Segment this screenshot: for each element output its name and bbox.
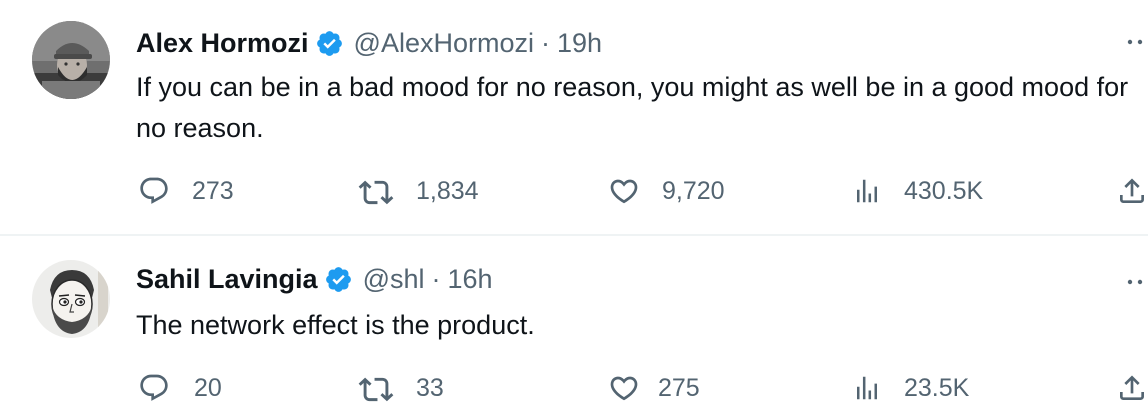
display-name[interactable]: Alex Hormozi <box>136 28 309 59</box>
timestamp[interactable]: 16h <box>448 264 493 295</box>
like-button[interactable]: 9,720 <box>608 171 725 211</box>
retweet-button[interactable]: 1,834 <box>358 171 479 211</box>
retweet-count: 1,834 <box>416 176 479 205</box>
views-button[interactable]: 430.5K <box>852 171 983 211</box>
tweet-header: Alex Hormozi @AlexHormozi · 19h <box>136 26 602 60</box>
tweet-alex-hormozi[interactable]: Alex Hormozi @AlexHormozi · 19h If you c… <box>0 0 1148 234</box>
reply-button[interactable]: 20 <box>138 368 222 408</box>
like-count: 9,720 <box>662 176 725 205</box>
more-dots-icon[interactable] <box>1124 270 1148 294</box>
user-handle[interactable]: @shl <box>363 264 425 295</box>
tweet-header: Sahil Lavingia @shl · 16h <box>136 262 493 296</box>
retweet-arrows-icon <box>358 372 394 404</box>
retweet-arrows-icon <box>358 175 394 207</box>
share-button[interactable] <box>1116 171 1148 211</box>
user-handle[interactable]: @AlexHormozi <box>354 28 534 59</box>
tweet-actions: 273 1,834 9,720 430.5K <box>0 171 1148 211</box>
display-name[interactable]: Sahil Lavingia <box>136 264 318 295</box>
tweet-sahil-lavingia[interactable]: Sahil Lavingia @shl · 16h The network ef… <box>0 236 1148 418</box>
reply-button[interactable]: 273 <box>138 171 234 211</box>
share-upload-icon <box>1116 175 1148 207</box>
separator-dot: · <box>431 263 441 294</box>
share-upload-icon <box>1116 372 1148 404</box>
heart-icon <box>608 175 640 207</box>
verified-badge-icon <box>315 29 344 58</box>
reply-bubble-icon <box>138 372 170 404</box>
reply-count: 273 <box>192 176 234 205</box>
tweet-actions: 20 33 275 23.5K <box>0 368 1148 408</box>
heart-icon <box>608 372 640 404</box>
like-count: 275 <box>658 373 700 402</box>
separator-dot: · <box>541 27 550 58</box>
views-count: 23.5K <box>904 373 970 402</box>
share-button[interactable] <box>1116 368 1148 408</box>
tweet-text: The network effect is the product. <box>136 310 535 340</box>
views-bars-icon <box>852 372 882 404</box>
avatar[interactable] <box>32 260 110 338</box>
retweet-button[interactable]: 33 <box>358 368 444 408</box>
views-bars-icon <box>852 175 882 207</box>
more-dots-icon[interactable] <box>1124 30 1148 54</box>
tweet-text: If you can be in a bad mood for no reaso… <box>136 72 1129 143</box>
sketched-face-avatar-image <box>32 260 110 338</box>
avatar[interactable] <box>32 21 110 99</box>
verified-badge-icon <box>324 265 353 294</box>
retweet-count: 33 <box>416 373 444 402</box>
bearded-man-avatar-image <box>32 21 110 99</box>
reply-bubble-icon <box>138 175 170 207</box>
reply-count: 20 <box>194 373 222 402</box>
views-count: 430.5K <box>904 176 984 205</box>
timestamp[interactable]: 19h <box>557 28 602 59</box>
views-button[interactable]: 23.5K <box>852 368 969 408</box>
like-button[interactable]: 275 <box>608 368 700 408</box>
